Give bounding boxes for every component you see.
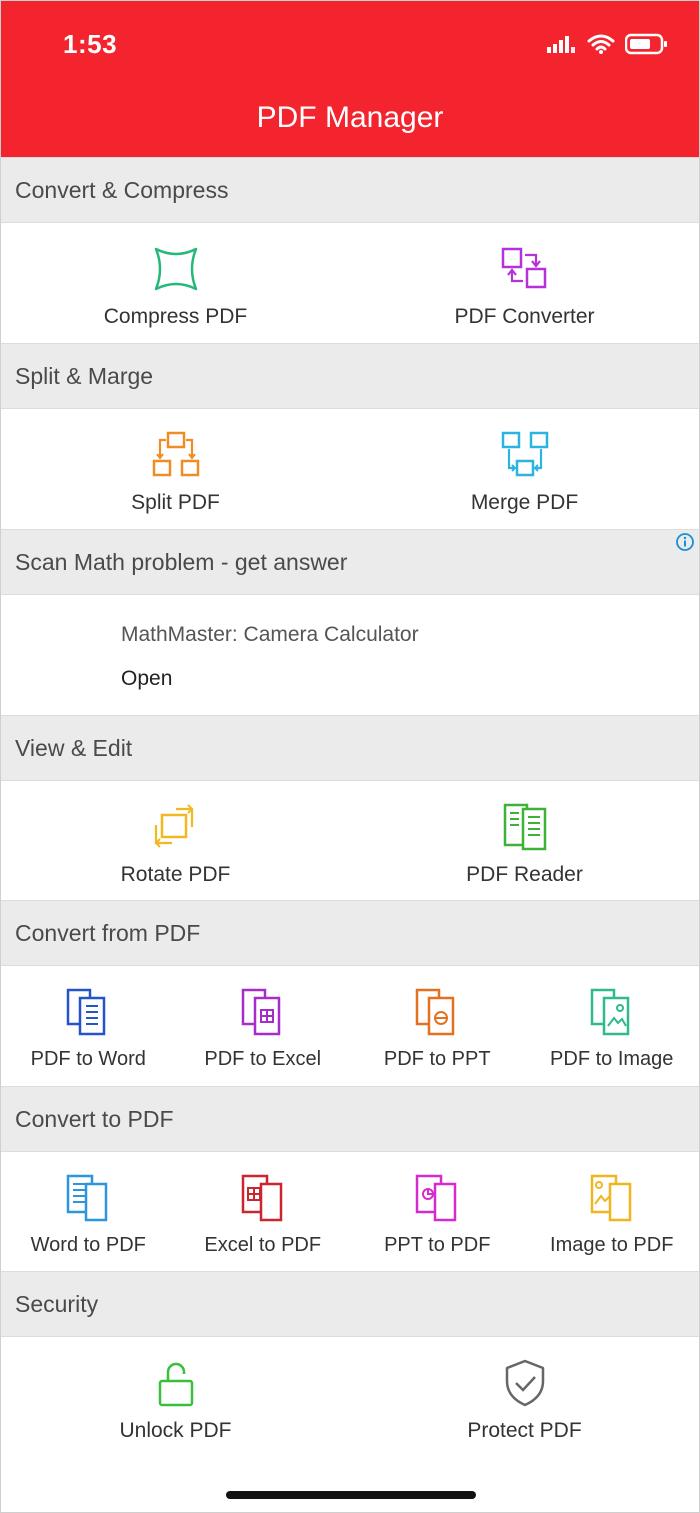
tool-label: Merge PDF — [470, 491, 579, 514]
ad-banner[interactable]: Scan Math problem - get answer MathMaste… — [1, 529, 699, 715]
image-to-pdf-button[interactable]: Image to PDF — [525, 1152, 700, 1272]
compress-icon — [154, 247, 197, 291]
reader-icon — [503, 803, 546, 851]
tool-label: Protect PDF — [467, 1419, 582, 1442]
section-convert-to-pdf: Convert to PDF Word to PDF Excel to PDF … — [1, 1086, 699, 1272]
cellular-signal-icon — [547, 36, 575, 53]
shield-check-icon — [505, 1359, 544, 1407]
battery-icon — [625, 33, 667, 55]
tool-label: PDF Converter — [454, 305, 595, 328]
section-convert-compress: Convert & Compress Compress PDF PDF Conv… — [1, 157, 699, 343]
tool-label: Compress PDF — [103, 305, 248, 328]
tool-row: Unlock PDF Protect PDF — [1, 1337, 699, 1457]
converter-icon — [501, 247, 546, 289]
tool-label: Unlock PDF — [119, 1419, 232, 1442]
image-doc-icon — [590, 988, 629, 1036]
unlock-icon — [158, 1362, 193, 1407]
pdf-converter-button[interactable]: PDF Converter — [350, 223, 699, 343]
home-indicator — [226, 1491, 476, 1499]
section-header: Convert & Compress — [1, 157, 699, 223]
excel-to-pdf-button[interactable]: Excel to PDF — [176, 1152, 351, 1272]
tool-label: Image to PDF — [550, 1234, 674, 1256]
pdf-reader-button[interactable]: PDF Reader — [350, 781, 699, 901]
tool-label: Word to PDF — [30, 1234, 146, 1256]
app-screen: 1:53 PDF Manager Convert & Compress Comp… — [0, 0, 700, 1513]
ad-headline: Scan Math problem - get answer — [15, 548, 348, 575]
tool-label: PDF Reader — [466, 863, 583, 886]
section-security: Security Unlock PDF Protect PDF — [1, 1271, 699, 1457]
pdf-to-ppt-button[interactable]: PDF to PPT — [350, 966, 525, 1086]
tool-row: Split PDF Merge PDF — [1, 409, 699, 529]
section-convert-from-pdf: Convert from PDF PDF to Word PDF to Exce… — [1, 900, 699, 1086]
split-pdf-button[interactable]: Split PDF — [1, 409, 350, 529]
unlock-pdf-button[interactable]: Unlock PDF — [1, 1337, 350, 1457]
tool-label: PPT to PDF — [384, 1234, 491, 1256]
excel-doc-icon — [241, 1174, 282, 1222]
tool-row: Compress PDF PDF Converter — [1, 223, 699, 343]
merge-pdf-button[interactable]: Merge PDF — [350, 409, 699, 529]
section-header: Convert to PDF — [1, 1086, 699, 1152]
page-title: PDF Manager — [256, 101, 444, 134]
app-header: 1:53 PDF Manager — [1, 1, 699, 157]
word-doc-icon — [67, 988, 106, 1036]
wifi-icon — [587, 34, 615, 54]
word-doc-icon — [67, 1174, 108, 1222]
rotate-icon — [154, 804, 193, 848]
tool-row: PDF to Word PDF to Excel PDF to PPT PDF … — [1, 966, 699, 1086]
rotate-pdf-button[interactable]: Rotate PDF — [1, 781, 350, 901]
ppt-doc-icon — [416, 988, 455, 1036]
excel-doc-icon — [241, 988, 280, 1036]
tool-label: Split PDF — [131, 491, 220, 514]
tool-label: PDF to Word — [30, 1048, 146, 1070]
ad-open-button[interactable]: Open — [121, 667, 699, 691]
status-time: 1:53 — [63, 29, 118, 59]
ad-content: MathMaster: Camera Calculator Open — [1, 595, 699, 715]
tool-row: Word to PDF Excel to PDF PPT to PDF Imag… — [1, 1152, 699, 1272]
section-header: Convert from PDF — [1, 900, 699, 966]
tool-label: PDF to PPT — [383, 1048, 491, 1070]
ad-info-icon[interactable] — [675, 532, 695, 552]
section-header: Split & Marge — [1, 343, 699, 409]
protect-pdf-button[interactable]: Protect PDF — [350, 1337, 699, 1457]
ppt-doc-icon — [416, 1174, 457, 1222]
compress-pdf-button[interactable]: Compress PDF — [1, 223, 350, 343]
tool-label: Excel to PDF — [204, 1234, 322, 1256]
ppt-to-pdf-button[interactable]: PPT to PDF — [350, 1152, 525, 1272]
merge-icon — [501, 431, 548, 477]
word-to-pdf-button[interactable]: Word to PDF — [1, 1152, 176, 1272]
split-icon — [152, 431, 199, 477]
pdf-to-image-button[interactable]: PDF to Image — [525, 966, 700, 1086]
image-doc-icon — [590, 1174, 631, 1222]
tool-label: PDF to Excel — [204, 1048, 322, 1070]
tool-label: PDF to Image — [550, 1048, 674, 1070]
section-split-merge: Split & Marge Split PDF Merge PDF — [1, 343, 699, 529]
pdf-to-excel-button[interactable]: PDF to Excel — [176, 966, 351, 1086]
status-icons — [547, 31, 669, 57]
ad-title: Scan Math problem - get answer — [1, 529, 699, 595]
pdf-to-word-button[interactable]: PDF to Word — [1, 966, 176, 1086]
section-header: Security — [1, 1271, 699, 1337]
section-view-edit: View & Edit Rotate PDF PDF Reader — [1, 715, 699, 901]
tool-row: Rotate PDF PDF Reader — [1, 781, 699, 901]
section-header: View & Edit — [1, 715, 699, 781]
ad-app-name: MathMaster: Camera Calculator — [121, 623, 419, 646]
tool-label: Rotate PDF — [120, 863, 231, 886]
